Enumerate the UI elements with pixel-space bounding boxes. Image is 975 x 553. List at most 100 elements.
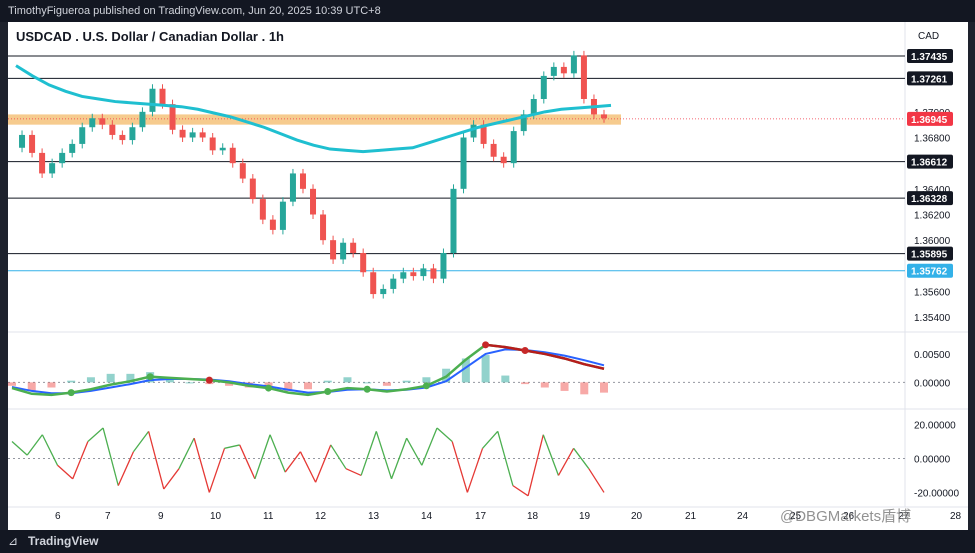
candle: [279, 201, 286, 230]
osc-segment: [147, 431, 165, 490]
osc-segment: [178, 437, 195, 469]
currency-label: CAD: [918, 31, 939, 42]
macd-histogram-bar: [185, 382, 194, 384]
time-tick-label: 20: [631, 511, 643, 522]
osc-segment: [11, 441, 28, 456]
osc-segment: [573, 447, 590, 470]
bottom-bar: ⊿ TradingView: [0, 530, 975, 553]
candle: [169, 104, 176, 130]
candle: [370, 272, 377, 295]
osc-tick-label: -20.00000: [914, 488, 959, 499]
candle: [109, 124, 116, 135]
osc-segment: [224, 444, 240, 449]
macd-histogram-bar: [304, 382, 312, 390]
time-tick-label: 13: [368, 511, 380, 522]
macd-tick-label: 0.00500: [914, 350, 951, 361]
time-tick-label: 19: [579, 511, 591, 522]
macd-tick-label: 0.00000: [914, 378, 951, 389]
candle: [390, 278, 397, 289]
macd-histogram-bar: [8, 382, 16, 386]
time-tick-label: 18: [527, 511, 539, 522]
candle: [139, 111, 146, 128]
time-tick-label: 7: [105, 511, 111, 522]
time-tick-label: 12: [315, 511, 327, 522]
candle: [320, 214, 327, 241]
candle: [360, 253, 367, 273]
macd-histogram-bar: [540, 382, 549, 388]
osc-tick-label: 0.00000: [914, 455, 951, 466]
time-tick-label: 9: [158, 511, 164, 522]
chart-area[interactable]: CAD1.370001.368001.364001.362001.360001.…: [8, 22, 968, 530]
candle: [239, 163, 246, 179]
macd-cross-marker: [146, 373, 154, 381]
symbol-title: USDCAD . U.S. Dollar / Canadian Dollar .…: [16, 29, 284, 44]
macd-line-bearish: [485, 343, 605, 370]
osc-segment: [163, 468, 180, 490]
candle: [299, 173, 306, 189]
candle: [570, 55, 577, 74]
candle: [119, 134, 126, 141]
osc-segment: [421, 427, 438, 466]
price-tick-label: 1.36000: [914, 236, 951, 247]
macd-histogram-bar: [422, 377, 431, 383]
macd-histogram-bar: [67, 380, 76, 383]
candle: [249, 178, 256, 200]
osc-segment: [117, 451, 135, 486]
candle: [580, 55, 587, 99]
osc-segment: [193, 437, 210, 493]
macd-histogram-bar: [382, 382, 391, 386]
osc-segment: [57, 464, 74, 480]
osc-segment: [102, 427, 119, 486]
macd-cross-marker: [363, 385, 371, 393]
osc-segment: [482, 430, 499, 449]
macd-histogram-bar: [86, 377, 95, 383]
osc-segment: [330, 444, 347, 470]
candle: [39, 152, 46, 174]
blue-level-badge-label: 1.35762: [911, 267, 948, 278]
osc-segment: [284, 451, 301, 473]
osc-segment: [512, 485, 529, 497]
candle: [440, 253, 447, 279]
candle: [289, 173, 296, 202]
osc-segment: [497, 431, 514, 486]
osc-segment: [345, 468, 362, 477]
candle: [19, 134, 26, 148]
macd-cross-marker: [265, 384, 273, 392]
macd-cross-marker: [482, 341, 490, 349]
macd-histogram-bar: [363, 382, 372, 384]
candle: [550, 66, 557, 76]
candle: [540, 75, 547, 99]
chart-svg[interactable]: CAD1.370001.368001.364001.362001.360001.…: [8, 22, 968, 530]
level-badge-label: 1.36328: [911, 194, 948, 205]
osc-segment: [299, 451, 317, 483]
level-badge-label: 1.37435: [911, 52, 948, 63]
osc-segment: [26, 434, 43, 456]
candle: [189, 132, 196, 138]
macd-histogram-bar: [521, 382, 530, 385]
time-tick-label: 10: [210, 511, 222, 522]
published-info: TimothyFigueroa published on TradingView…: [0, 0, 975, 22]
candle: [69, 143, 76, 153]
candle: [129, 127, 136, 141]
time-tick-label: 11: [263, 511, 274, 522]
brand-name: TradingView: [28, 534, 99, 548]
level-badge-label: 1.36612: [911, 158, 948, 169]
candle: [209, 137, 216, 151]
candle: [179, 129, 186, 138]
candle: [400, 272, 407, 279]
osc-segment: [375, 431, 393, 480]
time-tick-label: 14: [421, 511, 433, 522]
osc-segment: [406, 437, 423, 466]
candle: [29, 134, 36, 153]
candle: [490, 143, 497, 157]
candle: [99, 118, 106, 125]
osc-segment: [87, 427, 104, 443]
macd-histogram-bar: [560, 382, 569, 391]
osc-segment: [542, 434, 560, 476]
macd-histogram-bar: [580, 382, 589, 395]
macd-cross-marker: [205, 376, 213, 384]
candle: [340, 242, 347, 260]
candle: [380, 288, 387, 295]
macd-histogram-bar: [481, 355, 490, 383]
candle: [530, 99, 537, 115]
